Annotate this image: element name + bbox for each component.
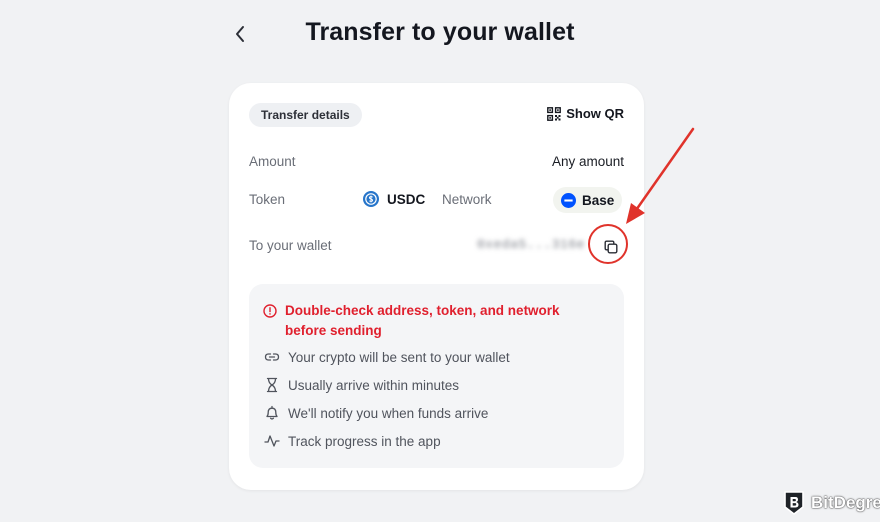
usdc-icon (363, 191, 379, 207)
token-name: USDC (387, 191, 426, 207)
info-item-link: Your crypto will be sent to your wallet (264, 349, 510, 365)
link-icon (264, 353, 280, 361)
info-item-notify: We'll notify you when funds arrive (264, 405, 488, 421)
page-title: Transfer to your wallet (305, 18, 575, 46)
watermark-logo: BitDegree (783, 490, 880, 516)
hourglass-icon (266, 377, 278, 393)
show-qr-label: Show QR (566, 106, 624, 121)
alert-circle-icon (263, 304, 277, 318)
transfer-details-tab[interactable]: Transfer details (249, 103, 362, 127)
info-item-time: Usually arrive within minutes (264, 377, 459, 393)
wallet-label: To your wallet (249, 238, 332, 253)
bell-icon (266, 405, 278, 420)
info-item-text: We'll notify you when funds arrive (288, 405, 489, 421)
watermark-text: BitDegree (811, 493, 880, 512)
qr-code-icon (547, 106, 562, 121)
transfer-card: Transfer details Show QR Amount Any amou… (229, 83, 644, 490)
activity-icon (264, 435, 280, 447)
copy-address-button[interactable] (600, 236, 622, 258)
show-qr-button[interactable]: Show QR (547, 106, 624, 121)
amount-value: Any amount (551, 154, 624, 169)
info-item-text: Your crypto will be sent to your wallet (288, 349, 510, 365)
base-network-icon (561, 192, 576, 208)
amount-label: Amount (249, 154, 296, 169)
token-label: Token (249, 192, 286, 207)
network-value: Base (553, 187, 623, 213)
info-item-track: Track progress in the app (264, 433, 441, 449)
info-item-text: Track progress in the app (288, 433, 441, 449)
network-label: Network (442, 192, 492, 207)
info-item-text: Usually arrive within minutes (288, 377, 460, 393)
token-value: USDC (363, 191, 425, 207)
bitdegree-logo-icon (784, 491, 804, 515)
warning-text: Double-check address, token, and network… (285, 303, 560, 338)
copy-icon (604, 240, 618, 254)
network-name: Base (582, 192, 615, 208)
warning-message: Double-check address, token, and network… (263, 301, 603, 341)
wallet-address: 0xeda5...316e (477, 237, 585, 252)
info-box: Double-check address, token, and network… (249, 284, 624, 468)
